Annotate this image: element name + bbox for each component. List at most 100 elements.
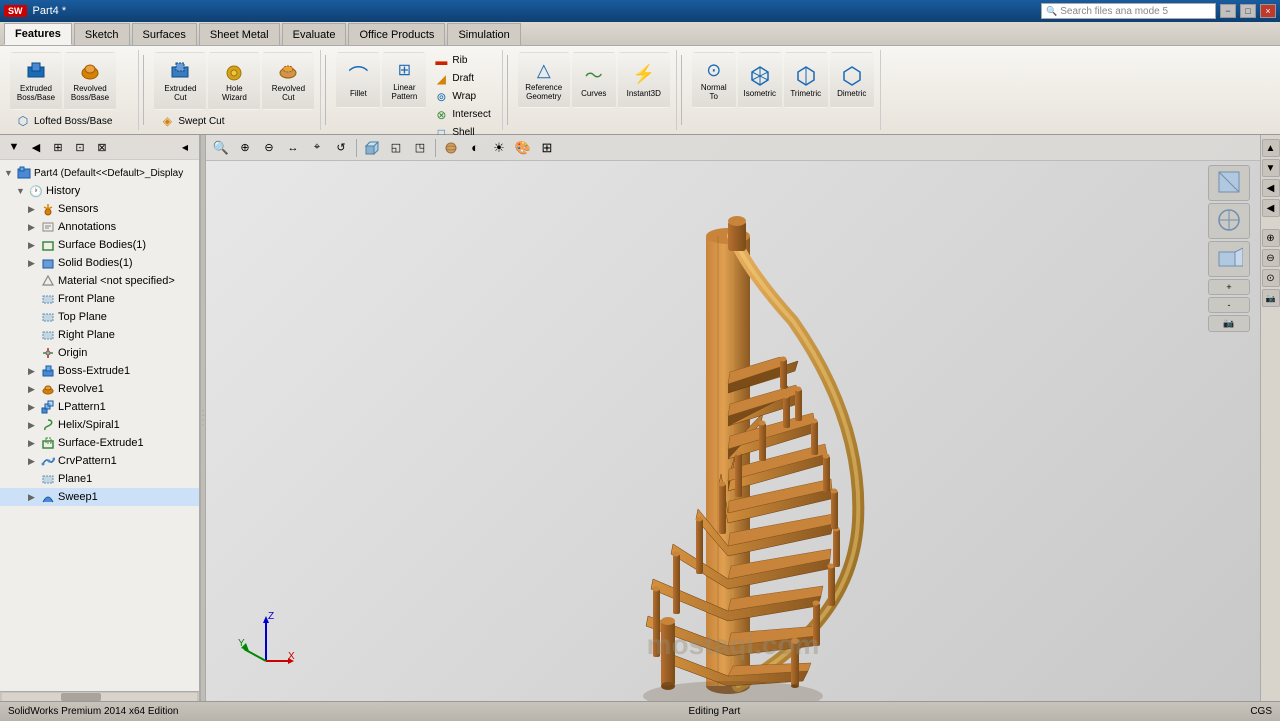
tab-sheet-metal[interactable]: Sheet Metal — [199, 23, 280, 45]
panel-tool-arrow[interactable]: ▼ — [4, 137, 24, 157]
fillet-label: Fillet — [350, 89, 367, 98]
draft-button[interactable]: ◢ Draft — [428, 70, 495, 87]
dimetric-button[interactable]: Dimetric — [830, 52, 874, 108]
minimize-button[interactable]: − — [1220, 4, 1236, 18]
tree-annotations[interactable]: ▶ Annotations — [0, 218, 199, 236]
vp-display-options-button[interactable]: ◳ — [409, 137, 431, 159]
tree-plane1[interactable]: ▶ Plane1 — [0, 470, 199, 488]
isometric-button[interactable]: Isometric — [738, 52, 782, 108]
tree-origin[interactable]: ▶ Origin — [0, 344, 199, 362]
view-zoom-out-btn[interactable]: - — [1208, 297, 1250, 313]
tree-front-plane[interactable]: ▶ Front Plane — [0, 290, 199, 308]
vp-color-button[interactable]: 🎨 — [512, 137, 534, 159]
tab-surfaces[interactable]: Surfaces — [132, 23, 197, 45]
tree-hscroll-thumb[interactable] — [61, 693, 101, 701]
reference-geometry-group: △ ReferenceGeometry 〜 Curves ⚡ Instant3D — [512, 50, 677, 130]
fillet-button[interactable]: ⌒ Fillet — [336, 52, 380, 108]
tree-helix-spiral1[interactable]: ▶ Helix/Spiral1 — [0, 416, 199, 434]
view-orientation-btn2[interactable] — [1208, 203, 1250, 239]
swept-cut-button[interactable]: ◈ Swept Cut — [154, 112, 229, 130]
tree-top-plane[interactable]: ▶ Top Plane — [0, 308, 199, 326]
wrap-button[interactable]: ⊚ Wrap — [428, 88, 495, 105]
panel-toolbar: ▼ ◀ ⊞ ⊡ ⊠ ◀ — [0, 135, 199, 160]
extruded-boss-base-button[interactable]: ExtrudedBoss/Base — [10, 52, 62, 110]
right-panel-btn-7[interactable]: ⊙ — [1262, 269, 1280, 287]
vp-view-cube-button[interactable] — [361, 137, 383, 159]
tree-boss-extrude1[interactable]: ▶ Boss-Extrude1 — [0, 362, 199, 380]
instant3d-button[interactable]: ⚡ Instant3D — [618, 52, 670, 108]
search-box[interactable]: 🔍 Search files ana mode 5 — [1041, 3, 1216, 19]
right-panel-btn-8[interactable]: 📷 — [1262, 289, 1280, 307]
right-panel-btn-1[interactable]: ▲ — [1262, 139, 1280, 157]
vp-zoom-in-button[interactable]: 🔍 — [210, 137, 232, 159]
linear-pattern-button[interactable]: ⊞ LinearPattern — [382, 52, 426, 108]
vp-rotate-3d-button[interactable]: ↺ — [330, 137, 352, 159]
panel-tool-view[interactable]: ⊡ — [70, 137, 90, 157]
statusbar-units: CGS — [1250, 706, 1272, 717]
vp-display-style-button[interactable]: ◱ — [385, 137, 407, 159]
lofted-boss-button[interactable]: ⬡ Lofted Boss/Base — [10, 112, 117, 130]
normal-to-button[interactable]: ⊙ NormalTo — [692, 52, 736, 108]
tree-right-plane[interactable]: ▶ Right Plane — [0, 326, 199, 344]
view-orientation-btn3[interactable] — [1208, 241, 1250, 277]
vp-lighting-button[interactable]: ◐ — [464, 137, 486, 159]
panel-collapse-button[interactable]: ◀ — [175, 137, 195, 157]
panel-tool-grid[interactable]: ⊞ — [48, 137, 68, 157]
revolved-cut-button[interactable]: RevolvedCut — [262, 52, 314, 110]
view-zoom-in-btn[interactable]: + — [1208, 279, 1250, 295]
viewport[interactable]: 🔍 ⊕ ⊖ ↔ ⌖ ↺ ◱ ◳ ◐ ☀ 🎨 ⊞ — [206, 135, 1260, 701]
vp-section-button[interactable]: ⊞ — [536, 137, 558, 159]
right-panel-btn-4[interactable]: ◀ — [1262, 199, 1280, 217]
reference-geometry-button[interactable]: △ ReferenceGeometry — [518, 52, 570, 108]
close-button[interactable]: × — [1260, 4, 1276, 18]
tree-revolve1[interactable]: ▶ Revolve1 — [0, 380, 199, 398]
vp-zoom-out-button[interactable]: ⊖ — [258, 137, 280, 159]
tree-hscroll-track[interactable] — [2, 693, 197, 701]
tree-top-plane-label: Top Plane — [58, 311, 107, 323]
view-orientation-btn1[interactable] — [1208, 165, 1250, 201]
tree-surface-bodies[interactable]: ▶ Surface Bodies(1) — [0, 236, 199, 254]
view-camera-btn[interactable]: 📷 — [1208, 315, 1250, 332]
extruded-cut-button[interactable]: ExtrudedCut — [154, 52, 206, 110]
tab-office-products[interactable]: Office Products — [348, 23, 445, 45]
right-panel-btn-5[interactable]: ⊕ — [1262, 229, 1280, 247]
curves-button[interactable]: 〜 Curves — [572, 52, 616, 108]
right-panel-btn-3[interactable]: ◀ — [1262, 179, 1280, 197]
tree-crv-pattern1[interactable]: ▶ CrvPattern1 — [0, 452, 199, 470]
boss-base-group: ExtrudedBoss/Base RevolvedBoss/Base ⬡ Lo… — [4, 50, 139, 130]
restore-button[interactable]: □ — [1240, 4, 1256, 18]
tab-sketch[interactable]: Sketch — [74, 23, 130, 45]
tree-lpattern1[interactable]: ▶ LPattern1 — [0, 398, 199, 416]
sep3 — [507, 55, 508, 125]
tree-solid-bodies[interactable]: ▶ Solid Bodies(1) — [0, 254, 199, 272]
vp-rotate-button[interactable]: ↔ — [282, 137, 304, 159]
vp-render-mode-button[interactable] — [440, 137, 462, 159]
trimetric-button[interactable]: Trimetric — [784, 52, 828, 108]
panel-tool-back[interactable]: ◀ — [26, 137, 46, 157]
panel-tool-close[interactable]: ⊠ — [92, 137, 112, 157]
tree-root[interactable]: ▼ Part4 (Default<<Default>_Display — [0, 164, 199, 182]
boss-base-large-row: ExtrudedBoss/Base RevolvedBoss/Base — [10, 52, 116, 110]
vp-zoom-fit-button[interactable]: ⊕ — [234, 137, 256, 159]
hole-wizard-button[interactable]: HoleWizard — [208, 52, 260, 110]
tree-sweep1[interactable]: ▶ Sweep1 — [0, 488, 199, 506]
tree-material[interactable]: ▶ Material <not specified> — [0, 272, 199, 290]
titlebar: SW Part4 * 🔍 Search files ana mode 5 − □… — [0, 0, 1280, 22]
tree-history[interactable]: ▼ 🕐 History — [0, 182, 199, 200]
vp-pan-button[interactable]: ⌖ — [306, 137, 328, 159]
tree-sensors[interactable]: ▶ Sensors — [0, 200, 199, 218]
solidworks-logo: SW — [4, 5, 27, 17]
revolved-boss-base-button[interactable]: RevolvedBoss/Base — [64, 52, 116, 110]
tab-features[interactable]: Features — [4, 23, 72, 45]
vp-backgrounds-button[interactable]: ☀ — [488, 137, 510, 159]
instant3d-label: Instant3D — [627, 89, 661, 98]
tree-surface-extrude1[interactable]: ▶ Surface-Extrude1 — [0, 434, 199, 452]
intersect-button[interactable]: ⊗ Intersect — [428, 106, 495, 123]
revolved-boss-icon — [78, 59, 102, 83]
tree-hscrollbar[interactable] — [0, 691, 199, 701]
right-panel-btn-2[interactable]: ▼ — [1262, 159, 1280, 177]
right-panel-btn-6[interactable]: ⊖ — [1262, 249, 1280, 267]
rib-button[interactable]: ▬ Rib — [428, 52, 495, 69]
tab-evaluate[interactable]: Evaluate — [282, 23, 347, 45]
tab-simulation[interactable]: Simulation — [447, 23, 520, 45]
